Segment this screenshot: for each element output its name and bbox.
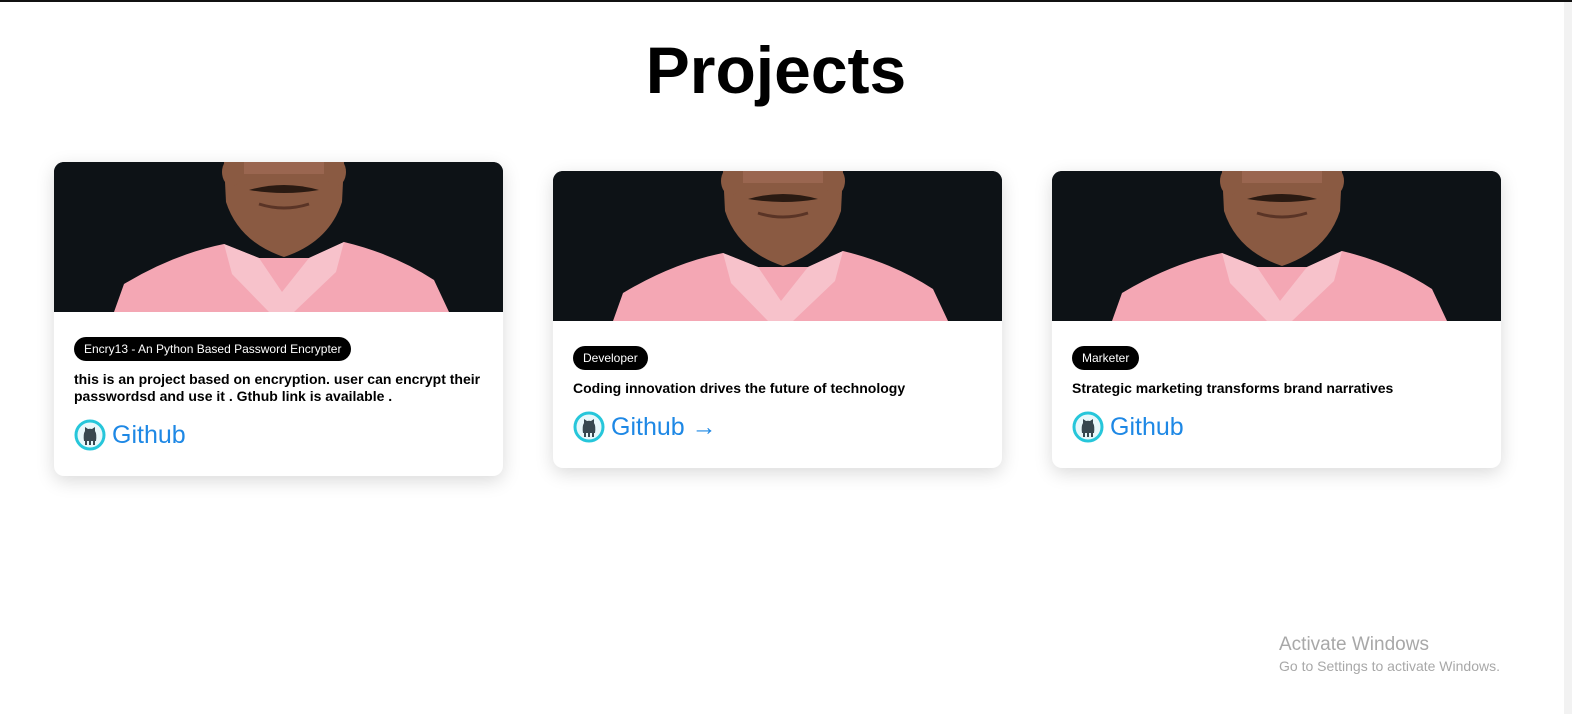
github-link-label[interactable]: Github bbox=[112, 421, 186, 450]
github-link-label[interactable]: Github bbox=[1110, 413, 1184, 442]
project-card-marketer: Marketer Strategic marketing transforms … bbox=[1052, 171, 1501, 468]
watermark-subtitle: Go to Settings to activate Windows. bbox=[1279, 658, 1500, 674]
github-icon bbox=[74, 419, 106, 451]
github-link-label[interactable]: Github → bbox=[611, 413, 717, 442]
project-card-body: Encry13 - An Python Based Password Encry… bbox=[54, 312, 503, 476]
project-card-body: Marketer Strategic marketing transforms … bbox=[1052, 321, 1501, 468]
project-card-encry13: Encry13 - An Python Based Password Encry… bbox=[54, 162, 503, 476]
project-description: Coding innovation drives the future of t… bbox=[573, 380, 906, 396]
project-photo bbox=[54, 162, 503, 312]
project-photo bbox=[1052, 171, 1501, 321]
project-tag: Marketer bbox=[1072, 346, 1140, 370]
page-title: Projects bbox=[645, 33, 907, 107]
project-tag: Encry13 - An Python Based Password Encry… bbox=[74, 337, 352, 361]
project-card-body: Developer Coding innovation drives the f… bbox=[553, 321, 1002, 468]
project-photo bbox=[553, 171, 1002, 321]
github-link[interactable]: Github → bbox=[573, 411, 717, 443]
project-description: this is an project based on encryption. … bbox=[74, 371, 481, 404]
scrollbar-track[interactable] bbox=[1564, 2, 1572, 714]
github-icon bbox=[1072, 411, 1104, 443]
window-top-border bbox=[0, 0, 1572, 2]
github-link[interactable]: Github bbox=[1072, 411, 1184, 443]
github-link[interactable]: Github bbox=[74, 419, 186, 451]
project-card-developer: Developer Coding innovation drives the f… bbox=[553, 171, 1002, 468]
project-tag: Developer bbox=[573, 346, 648, 370]
watermark-title: Activate Windows bbox=[1279, 634, 1429, 655]
project-description: Strategic marketing transforms brand nar… bbox=[1072, 380, 1394, 396]
github-icon bbox=[573, 411, 605, 443]
activate-windows-watermark: Activate Windows Go to Settings to activ… bbox=[1279, 634, 1500, 676]
